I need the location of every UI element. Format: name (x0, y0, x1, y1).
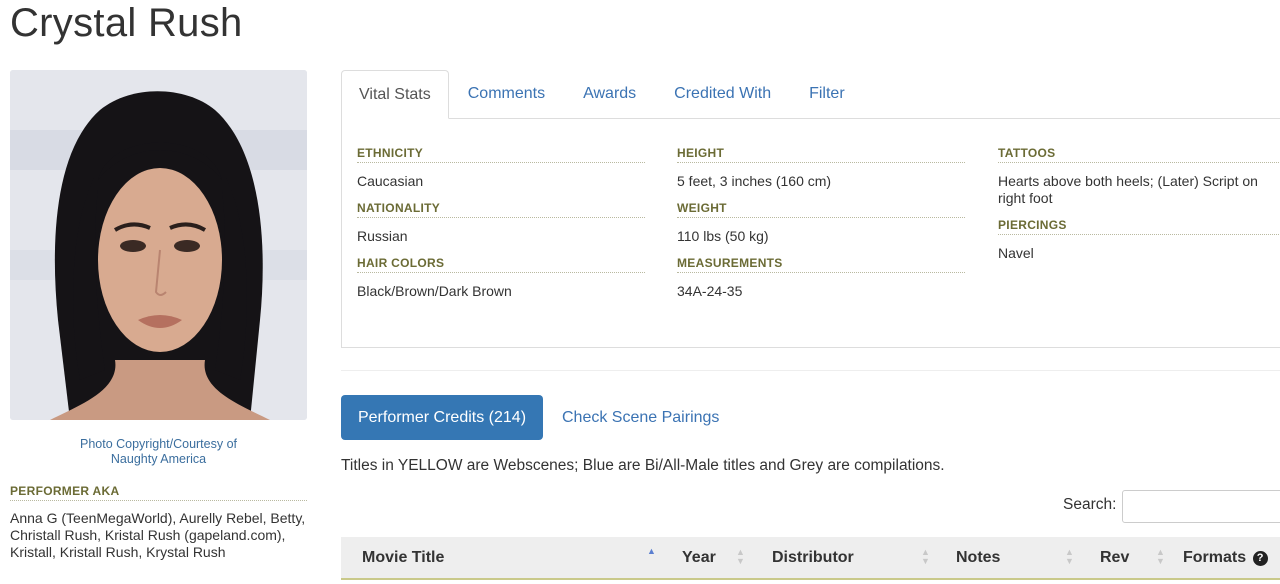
tab-filter[interactable]: Filter (790, 70, 864, 119)
photo-credit[interactable]: Photo Copyright/Courtesy of Naughty Amer… (10, 437, 307, 467)
column-formats[interactable]: Formats ? (1183, 537, 1268, 578)
weight-label: WEIGHT (677, 201, 965, 218)
column-notes-label: Notes (956, 549, 1001, 566)
weight-value: 110 lbs (50 kg) (677, 228, 769, 244)
piercings-value: Navel (998, 245, 1034, 261)
stats-column-3: TATTOOS Hearts above both heels; (Later)… (998, 146, 1280, 273)
sort-both-icon[interactable]: ▲ ▼ (1156, 548, 1165, 566)
sort-both-icon[interactable]: ▲ ▼ (736, 548, 745, 566)
profile-tabs: Vital Stats Comments Awards Credited Wit… (341, 70, 1280, 119)
tattoos-value: Hearts above both heels; (Later) Script … (998, 173, 1258, 206)
measurements-label: MEASUREMENTS (677, 256, 965, 273)
credits-table-header: Movie Title ▲ Year ▲ ▼ Distributor ▲ ▼ Not… (341, 537, 1280, 580)
tattoos-label: TATTOOS (998, 146, 1280, 163)
column-rev[interactable]: Rev (1100, 537, 1129, 578)
column-year-label: Year (682, 549, 716, 566)
stats-column-1: ETHNICITY Caucasian NATIONALITY Russian … (357, 146, 645, 311)
column-rev-label: Rev (1100, 549, 1130, 566)
column-distributor[interactable]: Distributor (772, 537, 854, 578)
sort-both-icon[interactable]: ▲ ▼ (921, 548, 930, 566)
performer-photo (10, 70, 307, 420)
ethnicity-label: ETHNICITY (357, 146, 645, 163)
help-icon[interactable]: ? (1252, 551, 1268, 566)
photo-credit-line2[interactable]: Naughty America (10, 452, 307, 467)
tab-comments[interactable]: Comments (449, 70, 564, 119)
height-value: 5 feet, 3 inches (160 cm) (677, 173, 832, 189)
height-label: HEIGHT (677, 146, 965, 163)
column-distributor-label: Distributor (772, 549, 854, 566)
nationality-label: NATIONALITY (357, 201, 645, 218)
vital-stats-panel: ETHNICITY Caucasian NATIONALITY Russian … (341, 118, 1280, 348)
sort-both-icon[interactable]: ▲ ▼ (1065, 548, 1074, 566)
photo-credit-line1[interactable]: Photo Copyright/Courtesy of (10, 437, 307, 452)
piercings-label: PIERCINGS (998, 218, 1280, 235)
hair-colors-label: HAIR COLORS (357, 256, 645, 273)
tab-awards[interactable]: Awards (564, 70, 655, 119)
ethnicity-value: Caucasian (357, 173, 424, 189)
column-year[interactable]: Year (682, 537, 716, 578)
search-label: Search: (1063, 496, 1117, 513)
column-movie-title[interactable]: Movie Title (362, 537, 444, 578)
sort-asc-icon[interactable]: ▲ (647, 547, 656, 556)
hair-colors-value: Black/Brown/Dark Brown (357, 283, 512, 299)
page-title: Crystal Rush (10, 1, 243, 45)
search-input[interactable] (1122, 490, 1280, 523)
nationality-value: Russian (357, 228, 408, 244)
stats-column-2: HEIGHT 5 feet, 3 inches (160 cm) WEIGHT … (677, 146, 965, 311)
column-formats-label: Formats (1183, 549, 1247, 566)
column-movie-title-label: Movie Title (362, 549, 445, 566)
measurements-value: 34A-24-35 (677, 283, 743, 299)
performer-credits-button[interactable]: Performer Credits (214) (341, 395, 543, 440)
color-legend-note: Titles in YELLOW are Webscenes; Blue are… (341, 457, 945, 474)
performer-aka-list: Anna G (TeenMegaWorld), Aurelly Rebel, B… (10, 510, 306, 560)
performer-aka-heading: PERFORMER AKA (10, 484, 307, 501)
section-divider (341, 370, 1280, 371)
check-scene-pairings-link[interactable]: Check Scene Pairings (562, 395, 719, 440)
column-notes[interactable]: Notes (956, 537, 1000, 578)
tab-credited-with[interactable]: Credited With (655, 70, 790, 119)
tab-vital-stats[interactable]: Vital Stats (341, 70, 449, 119)
